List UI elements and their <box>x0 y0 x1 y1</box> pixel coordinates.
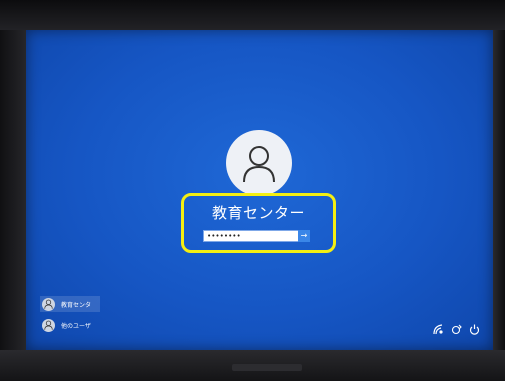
user-item-label: 他のユーザ <box>61 322 91 330</box>
user-icon <box>42 318 55 332</box>
login-screen: 教育センター •••••••• → 教育センタ 他のユーザ <box>26 30 493 350</box>
user-switcher: 教育センタ 他のユーザ <box>40 296 100 338</box>
monitor-bezel-top <box>0 0 505 30</box>
monitor-bezel-right <box>493 30 505 350</box>
user-icon <box>243 146 275 183</box>
accessibility-icon[interactable] <box>433 324 444 335</box>
system-tray <box>433 324 480 335</box>
power-icon[interactable] <box>469 324 480 335</box>
user-item-education-center[interactable]: 教育センタ <box>40 296 100 312</box>
highlight-annotation <box>181 193 336 253</box>
network-icon[interactable] <box>451 324 462 335</box>
monitor-brand-logo <box>232 364 302 371</box>
user-item-label: 教育センタ <box>61 301 92 309</box>
user-avatar <box>226 130 292 196</box>
monitor-bezel-left <box>0 30 26 350</box>
user-icon <box>42 297 55 311</box>
user-item-other-user[interactable]: 他のユーザ <box>40 317 100 333</box>
